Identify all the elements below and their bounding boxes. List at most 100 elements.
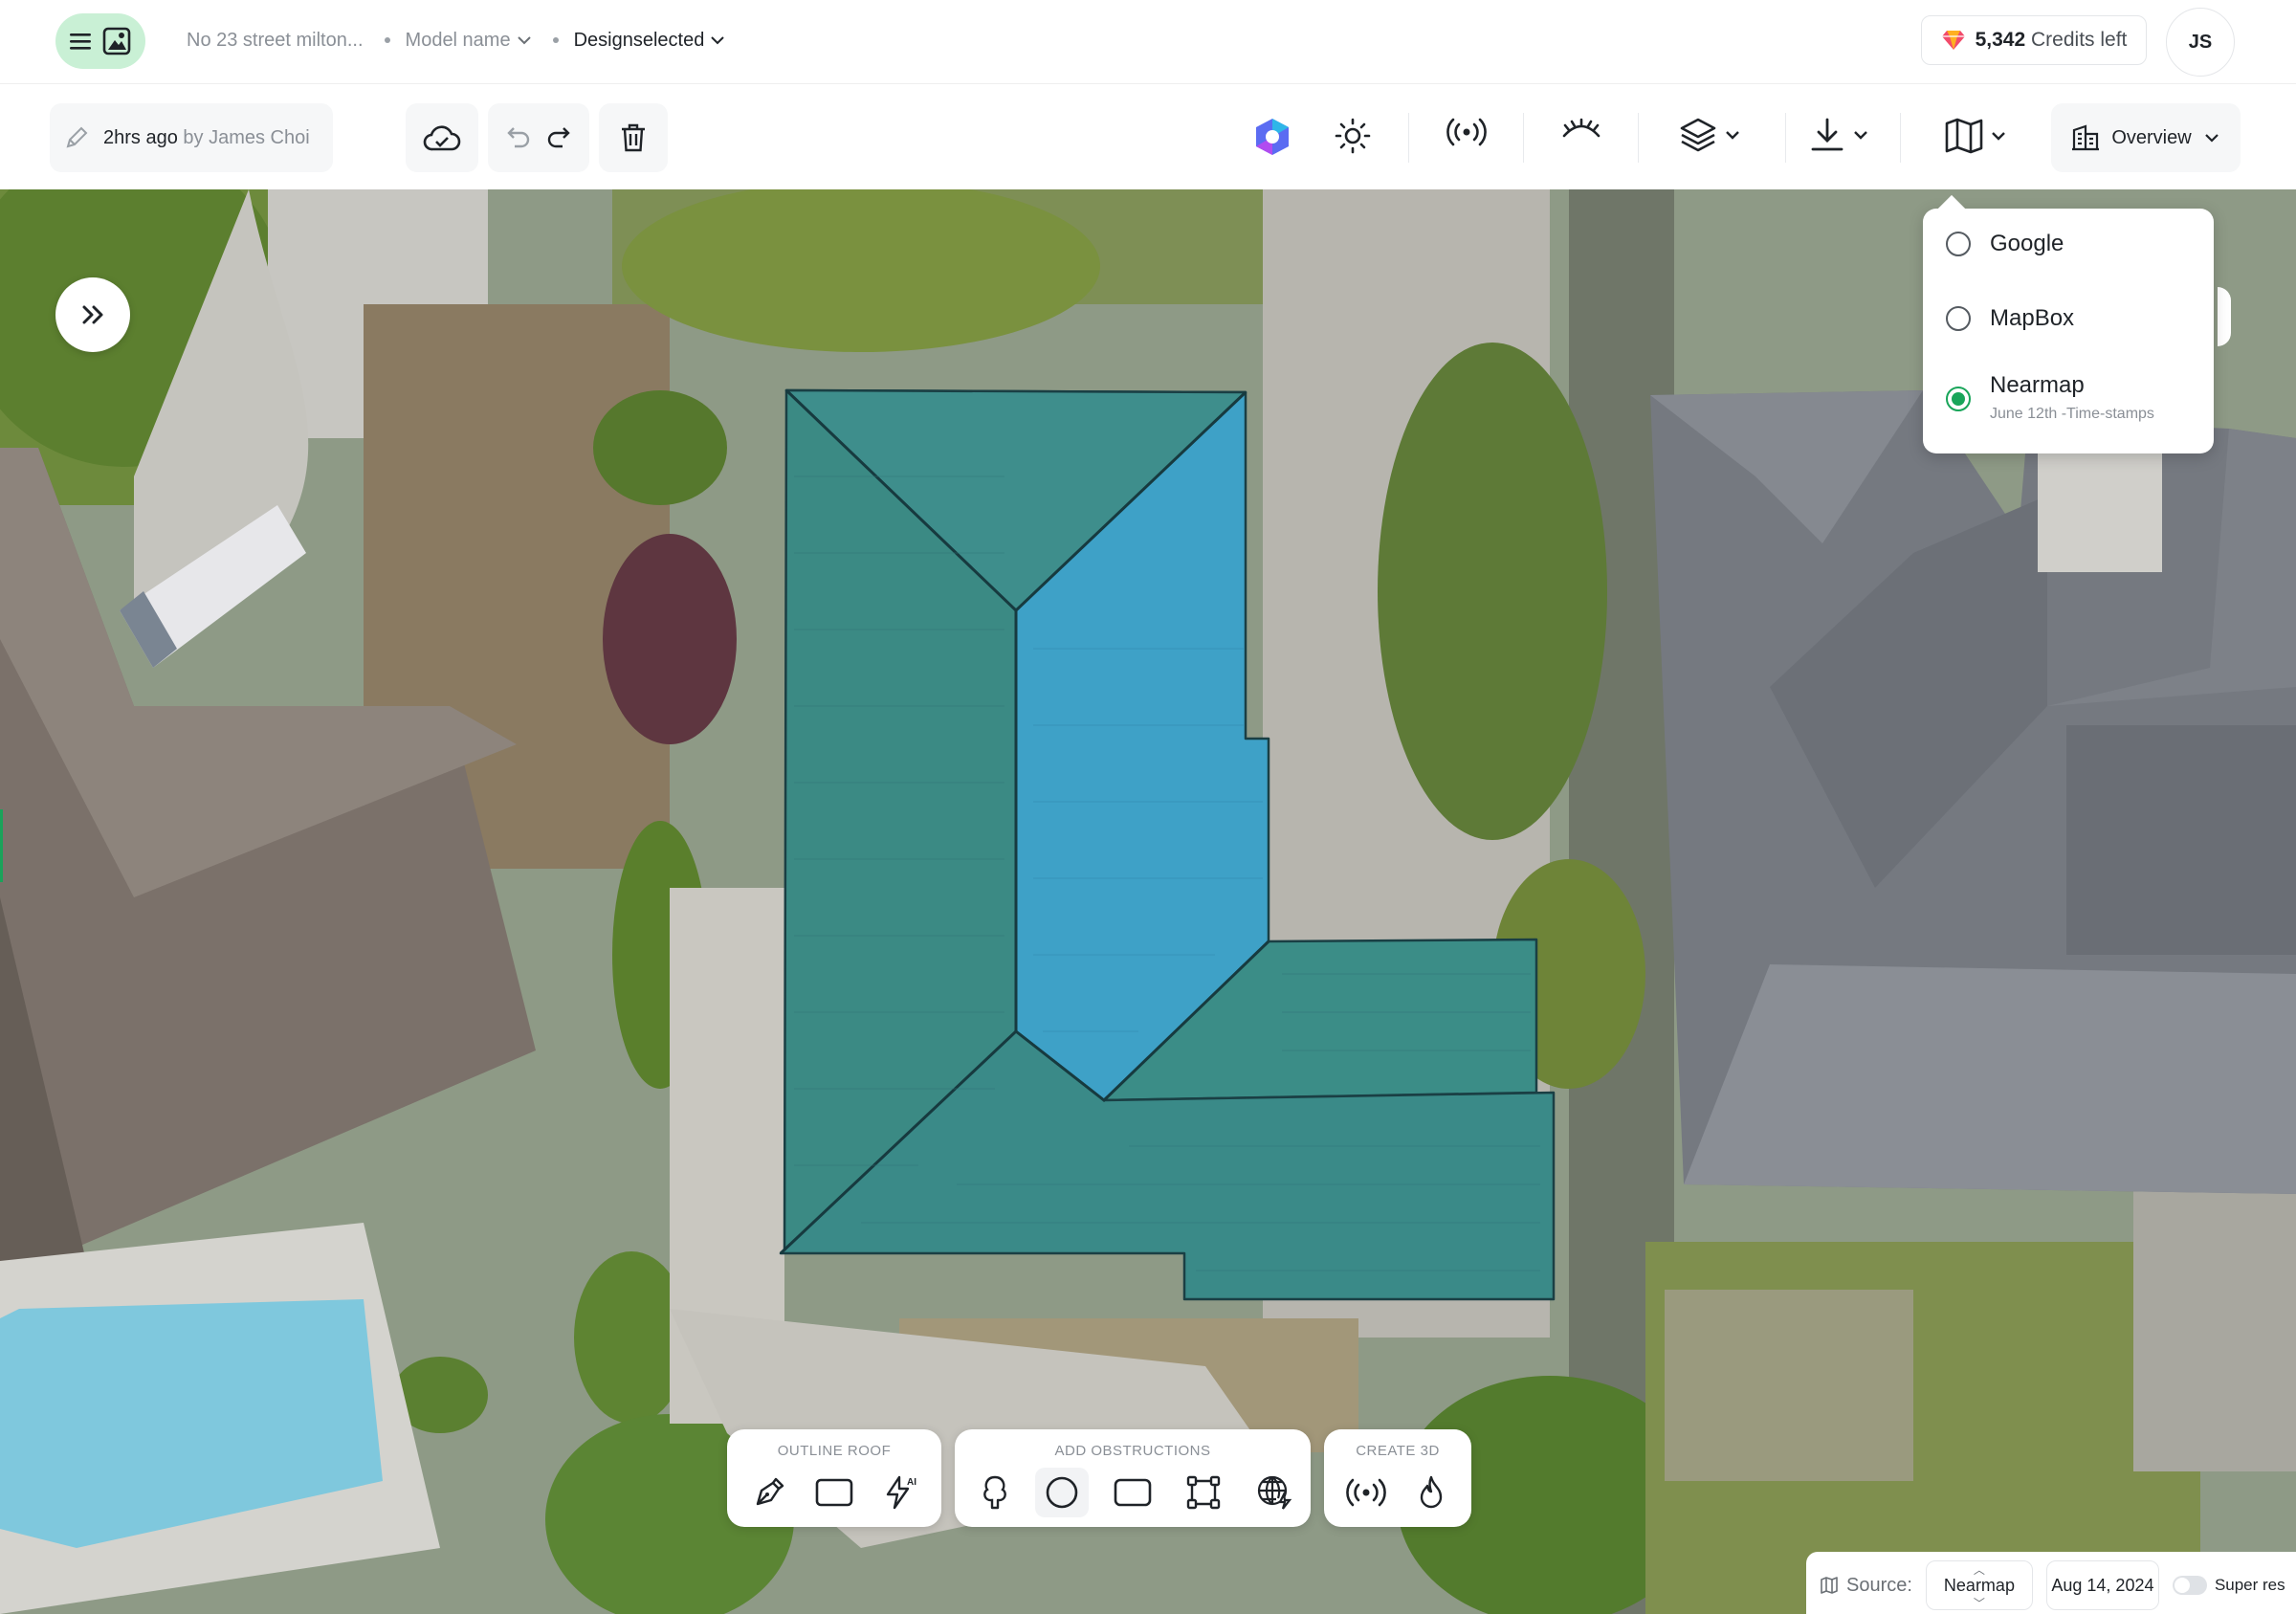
capture-date-picker[interactable]: Aug 14, 2024 [2045, 1560, 2159, 1610]
save-cloud-button[interactable] [406, 103, 478, 172]
breadcrumb: No 23 street milton... Model name Design… [187, 25, 746, 55]
add-obstructions-title: ADD OBSTRUCTIONS [1054, 1443, 1211, 1459]
delete-button[interactable] [599, 103, 668, 172]
top-bar: No 23 street milton... Model name Design… [0, 0, 2296, 84]
layers-dropdown[interactable] [1678, 117, 1741, 153]
chevron-down-icon [517, 36, 531, 45]
signal-3d-tool[interactable] [1339, 1468, 1393, 1517]
ai-outline-tool[interactable]: AI [874, 1468, 928, 1517]
credits-badge[interactable]: 5,342 Credits left [1921, 15, 2147, 65]
hamburger-icon [70, 33, 91, 50]
view-toggle-button[interactable] [1561, 117, 1601, 145]
gem-icon [1941, 31, 1965, 50]
pen-tool[interactable] [742, 1468, 796, 1517]
option-google[interactable]: Google [1946, 232, 2064, 256]
polygon-icon [1186, 1475, 1221, 1510]
option-mapbox[interactable]: MapBox [1946, 306, 2074, 331]
download-icon [1811, 118, 1843, 151]
redo-icon[interactable] [545, 124, 572, 151]
map-icon [1945, 118, 1983, 154]
model-name-label: Model name [405, 29, 511, 51]
super-res-toggle[interactable] [2172, 1576, 2207, 1595]
credits-suffix: Credits left [2031, 29, 2128, 51]
expand-panel-button[interactable] [55, 277, 130, 352]
chevron-down-icon [711, 36, 725, 45]
option-nearmap[interactable]: Nearmap June 12th -Time-stamps [1946, 373, 2154, 423]
edge-indicator [0, 809, 3, 882]
chevron-up-icon: ︿ [1973, 1563, 1985, 1577]
pen-icon [756, 1477, 784, 1506]
side-panel-tab[interactable] [2218, 287, 2231, 346]
breadcrumb-model[interactable]: Model name [385, 30, 532, 52]
chevron-down-icon [1992, 132, 2005, 141]
source-label: Source: [1846, 1574, 1912, 1596]
sun-icon [1335, 118, 1371, 154]
radio-mapbox[interactable] [1946, 306, 1971, 331]
source-label-group: Source: [1820, 1575, 1912, 1597]
cloud-check-icon [423, 125, 461, 151]
toolbar-divider [1523, 113, 1524, 163]
signal-icon [1346, 1478, 1386, 1507]
auto-detect-tool[interactable] [1247, 1468, 1301, 1517]
imagery-source-bar: Source: ︿ Nearmap ﹀ Aug 14, 2024 Super r… [1806, 1552, 2296, 1614]
toolbar-divider [1785, 113, 1786, 163]
outline-roof-title: OUTLINE ROOF [777, 1443, 892, 1459]
rounded-rect-tool[interactable] [1106, 1468, 1159, 1517]
edited-time: 2hrs ago [103, 126, 178, 148]
tree-icon [983, 1475, 1006, 1510]
flame-icon [1420, 1475, 1443, 1509]
credits-value: 5,342 [1975, 29, 2026, 51]
source-select[interactable]: ︿ Nearmap ﹀ [1925, 1560, 2033, 1610]
signal-button[interactable] [1446, 117, 1487, 147]
menu-logo-button[interactable] [55, 13, 145, 69]
radio-nearmap[interactable] [1946, 387, 1971, 411]
eye-closed-icon [1562, 118, 1601, 138]
edited-by: by James Choi [183, 126, 310, 148]
overview-dropdown[interactable]: Overview [2051, 103, 2241, 172]
double-chevron-right-icon [82, 305, 103, 324]
undo-redo-group [488, 103, 589, 172]
radio-google[interactable] [1946, 232, 1971, 256]
app-logo-icon [102, 27, 131, 55]
breadcrumb-design[interactable]: Designselected [553, 30, 726, 52]
design-toolbar: 2hrs ago by James Choi Overview [0, 84, 2296, 189]
chevron-down-icon [2204, 134, 2219, 143]
pencil-icon [66, 126, 88, 148]
rounded-rect-icon [1114, 1478, 1152, 1507]
hexagon-logo-icon [1256, 119, 1289, 155]
outline-roof-toolbar: OUTLINE ROOF AI [727, 1429, 941, 1527]
circle-icon [1046, 1476, 1078, 1509]
sun-analysis-button[interactable] [1334, 117, 1372, 155]
grid-globe-icon [1257, 1475, 1292, 1510]
add-obstructions-toolbar: ADD OBSTRUCTIONS [955, 1429, 1311, 1527]
undo-icon[interactable] [505, 124, 532, 151]
circle-tool[interactable] [1035, 1468, 1089, 1517]
create-3d-toolbar: CREATE 3D [1324, 1429, 1471, 1527]
super-res-label: Super res [2214, 1576, 2285, 1594]
chevron-down-icon: ﹀ [1973, 1597, 1985, 1610]
chevron-down-icon [1854, 131, 1867, 140]
ai-bolt-icon: AI [886, 1475, 916, 1510]
last-edited-badge: 2hrs ago by James Choi [50, 103, 333, 172]
polygon-tool[interactable] [1177, 1468, 1230, 1517]
toolbar-divider [1408, 113, 1409, 163]
map-canvas[interactable]: Google MapBox Nearmap June 12th -Time-st… [0, 189, 2296, 1614]
option-timestamp: June 12th -Time-stamps [1990, 406, 2154, 422]
map-source-dropdown[interactable] [1944, 117, 2007, 155]
flame-tool[interactable] [1404, 1468, 1458, 1517]
chevron-down-icon [1726, 131, 1739, 140]
option-label: MapBox [1990, 305, 2075, 331]
download-dropdown[interactable] [1808, 117, 1869, 153]
breadcrumb-address[interactable]: No 23 street milton... [187, 30, 364, 52]
tree-tool[interactable] [968, 1468, 1022, 1517]
imagery-source-dropdown: Google MapBox Nearmap June 12th -Time-st… [1923, 209, 2214, 453]
rectangle-icon [815, 1478, 853, 1507]
design-label: Designselected [573, 29, 705, 51]
rectangle-tool[interactable] [807, 1468, 861, 1517]
broadcast-icon [1446, 118, 1487, 146]
option-label: Nearmap [1990, 372, 2085, 398]
option-label: Google [1990, 231, 2064, 256]
user-avatar[interactable]: JS [2166, 8, 2235, 77]
ai-assistant-button[interactable] [1253, 117, 1292, 157]
toolbar-divider [1638, 113, 1639, 163]
